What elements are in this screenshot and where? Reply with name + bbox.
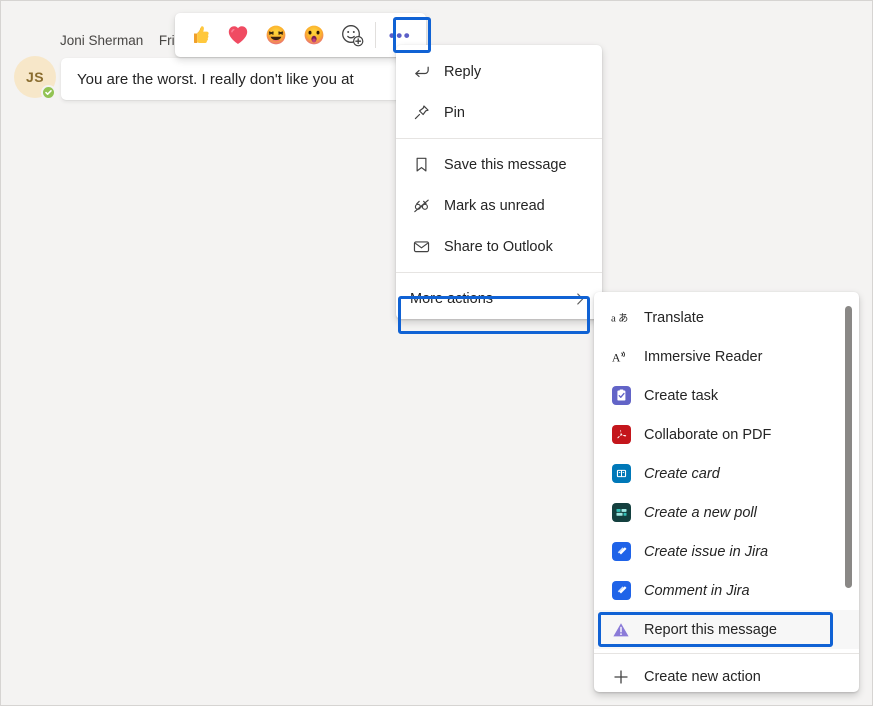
submenu-item-immersive-reader[interactable]: A Immersive Reader [594, 337, 859, 376]
teams-message-context-menu-screen: Joni Sherman Frid JS You are the worst. … [0, 0, 873, 706]
menu-item-label: Share to Outlook [444, 239, 553, 255]
heart-reaction[interactable] [219, 16, 257, 54]
submenu-item-label: Create new action [644, 669, 761, 685]
submenu-item-create-issue-in-jira[interactable]: Create issue in Jira [594, 532, 859, 571]
laugh-reaction[interactable] [257, 16, 295, 54]
svg-text:A: A [612, 350, 621, 364]
jira-icon [610, 542, 632, 562]
menu-item-share-to-outlook[interactable]: Share to Outlook [396, 226, 602, 267]
toolbar-divider [375, 22, 376, 48]
menu-item-label: Mark as unread [444, 198, 545, 214]
submenu-item-label: Comment in Jira [644, 583, 750, 599]
menu-item-mark-as-unread[interactable]: Mark as unread [396, 185, 602, 226]
menu-item-pin[interactable]: Pin [396, 92, 602, 133]
menu-item-label: Pin [444, 105, 465, 121]
menu-item-more-actions[interactable]: More actions [396, 278, 602, 319]
menu-item-label: More actions [410, 291, 493, 307]
jira-icon [610, 581, 632, 601]
submenu-item-create-new-action[interactable]: Create new action [594, 657, 859, 692]
poll-icon [610, 503, 632, 523]
menu-divider [396, 272, 602, 273]
chevron-right-icon [572, 291, 588, 307]
submenu-divider [594, 653, 859, 654]
submenu-item-collaborate-on-pdf[interactable]: Collaborate on PDF [594, 415, 859, 454]
svg-text:a: a [611, 312, 616, 324]
avatar-initials: JS [26, 69, 44, 85]
immersive-reader-icon: A [610, 347, 632, 367]
submenu-item-create-a-new-poll[interactable]: Create a new poll [594, 493, 859, 532]
submenu-item-label: Create issue in Jira [644, 544, 768, 560]
message-bubble[interactable]: You are the worst. I really don't like y… [61, 58, 406, 100]
submenu-item-label: Create a new poll [644, 505, 757, 521]
translate-icon: a あ [610, 308, 632, 328]
warning-triangle-icon [610, 620, 632, 640]
submenu-item-label: Immersive Reader [644, 349, 762, 365]
pin-icon [410, 103, 432, 122]
menu-item-label: Reply [444, 64, 481, 80]
submenu-item-label: Report this message [644, 622, 777, 638]
surprised-reaction[interactable] [295, 16, 333, 54]
submenu-scrollbar[interactable] [845, 298, 852, 634]
bookmark-icon [410, 155, 432, 174]
menu-divider [396, 138, 602, 139]
submenu-item-label: Translate [644, 310, 704, 326]
mark-unread-icon [410, 196, 432, 215]
thumbs-up-reaction[interactable] [181, 16, 219, 54]
message-header: Joni Sherman Frid [60, 33, 182, 48]
planner-task-icon [610, 386, 632, 406]
reply-icon [410, 62, 432, 81]
svg-text:あ: あ [618, 312, 628, 324]
menu-item-reply[interactable]: Reply [396, 51, 602, 92]
submenu-item-create-task[interactable]: Create task [594, 376, 859, 415]
submenu-item-translate[interactable]: a あ Translate [594, 298, 859, 337]
submenu-scrollbar-thumb[interactable] [845, 306, 852, 588]
reaction-toolbar: ••• [175, 13, 426, 57]
submenu-item-label: Create task [644, 388, 718, 404]
envelope-icon [410, 237, 432, 256]
presence-available-icon [41, 85, 56, 100]
add-reaction-icon[interactable] [333, 16, 371, 54]
submenu-item-label: Collaborate on PDF [644, 427, 771, 443]
more-actions-submenu: a あ Translate A Immersive Reader [594, 292, 859, 692]
menu-item-save-this-message[interactable]: Save this message [396, 144, 602, 185]
message-text: You are the worst. I really don't like y… [77, 71, 354, 88]
plus-icon [610, 667, 632, 687]
message-author: Joni Sherman [60, 33, 143, 48]
submenu-item-create-card[interactable]: Create card [594, 454, 859, 493]
menu-item-label: Save this message [444, 157, 567, 173]
adobe-pdf-icon [610, 425, 632, 445]
submenu-item-report-this-message[interactable]: Report this message [594, 610, 859, 649]
submenu-item-label: Create card [644, 466, 720, 482]
card-icon [610, 464, 632, 484]
message-context-menu: Reply Pin Save this message [396, 45, 602, 319]
submenu-item-comment-in-jira[interactable]: Comment in Jira [594, 571, 859, 610]
